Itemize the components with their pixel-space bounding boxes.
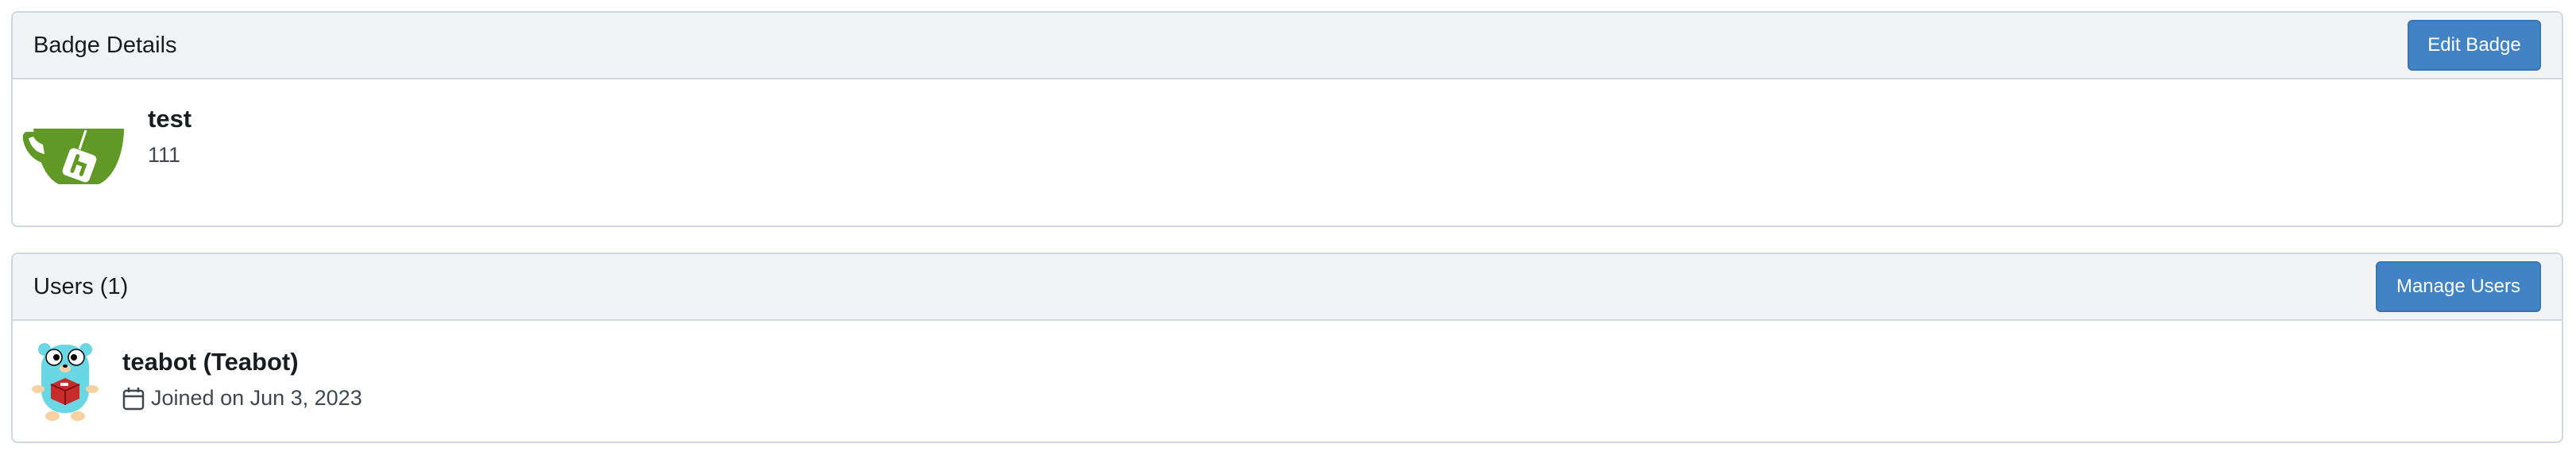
user-avatar-gopher-icon[interactable] xyxy=(30,340,102,422)
users-header: Users (1) Manage Users xyxy=(13,254,2562,321)
badge-name: test xyxy=(148,105,192,133)
badge-details-panel: Badge Details Edit Badge xyxy=(11,11,2563,227)
user-joined-text: Joined on Jun 3, 2023 xyxy=(151,386,362,410)
badge-description: 111 xyxy=(148,143,181,167)
edit-badge-button[interactable]: Edit Badge xyxy=(2408,20,2541,71)
calendar-icon xyxy=(122,387,145,410)
users-panel: Users (1) Manage Users xyxy=(11,253,2563,443)
badge-image-icon xyxy=(22,129,124,184)
badge-details-title: Badge Details xyxy=(33,33,177,58)
users-title: Users (1) xyxy=(33,274,129,299)
user-joined: Joined on Jun 3, 2023 xyxy=(122,386,362,411)
user-name-link[interactable]: teabot (Teabot) xyxy=(122,348,299,376)
manage-users-button[interactable]: Manage Users xyxy=(2376,261,2541,312)
badge-details-header: Badge Details Edit Badge xyxy=(13,13,2562,79)
